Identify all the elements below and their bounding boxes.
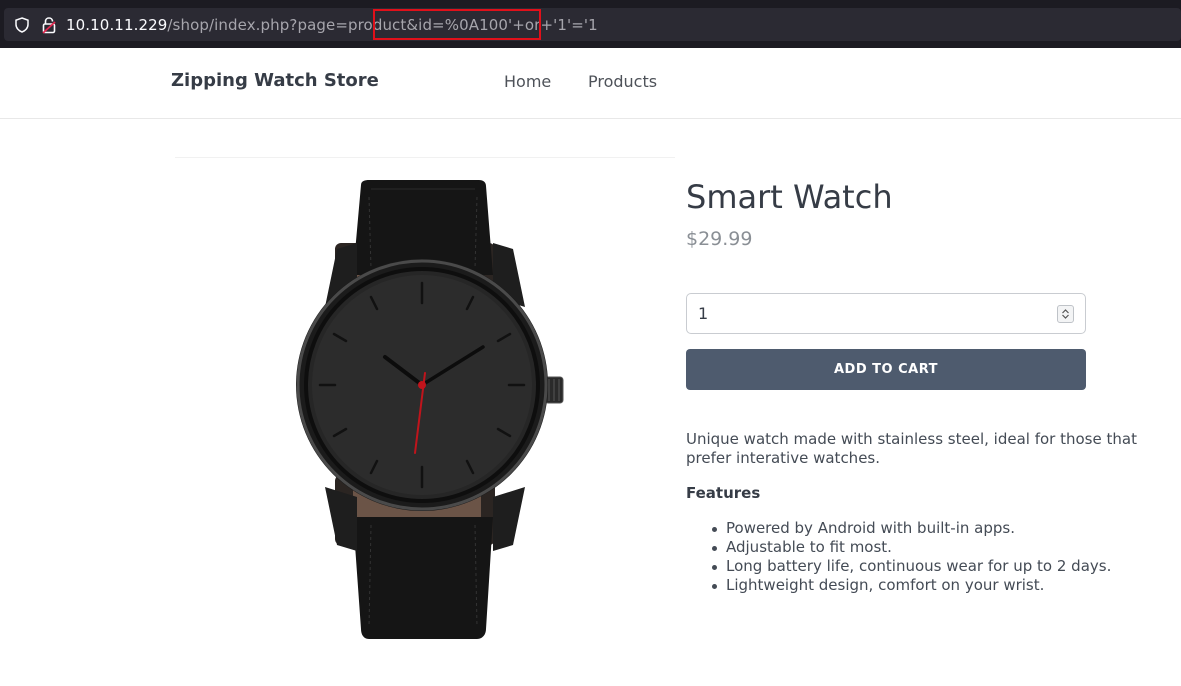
browser-toolbar: 10.10.11.229/shop/index.php?page=product…: [0, 0, 1181, 48]
bullet-icon: [712, 546, 717, 551]
feature-item: Powered by Android with built-in apps.: [686, 519, 1111, 538]
lock-icon[interactable]: [41, 16, 57, 34]
quantity-input[interactable]: 1: [686, 293, 1086, 334]
url-text[interactable]: 10.10.11.229/shop/index.php?page=product…: [66, 15, 598, 35]
product-title: Smart Watch: [686, 178, 893, 216]
feature-item: Lightweight design, comfort on your wris…: [686, 576, 1111, 595]
feature-item: Long battery life, continuous wear for u…: [686, 557, 1111, 576]
feature-text: Powered by Android with built-in apps.: [726, 519, 1015, 537]
watch-illustration: [296, 180, 564, 639]
bullet-icon: [712, 565, 717, 570]
address-bar[interactable]: 10.10.11.229/shop/index.php?page=product…: [4, 8, 1181, 41]
url-path: /shop/index.php?page=product&id=%0A100'+…: [167, 16, 598, 34]
feature-text: Lightweight design, comfort on your wris…: [726, 576, 1045, 594]
product-price: $29.99: [686, 228, 753, 250]
nav-link-products[interactable]: Products: [588, 72, 657, 91]
bullet-icon: [712, 527, 717, 532]
feature-text: Long battery life, continuous wear for u…: [726, 557, 1112, 575]
features-heading: Features: [686, 484, 761, 502]
quantity-value: 1: [698, 304, 709, 323]
feature-text: Adjustable to fit most.: [726, 538, 892, 556]
site-header: Zipping Watch Store Home Products: [0, 48, 1181, 119]
image-top-divider: [175, 157, 675, 158]
site-brand[interactable]: Zipping Watch Store: [171, 70, 379, 91]
feature-item: Adjustable to fit most.: [686, 538, 1111, 557]
url-host: 10.10.11.229: [66, 16, 168, 34]
product-description: Unique watch made with stainless steel, …: [686, 430, 1137, 467]
shield-icon[interactable]: [14, 17, 30, 33]
nav-link-home[interactable]: Home: [504, 72, 551, 91]
features-list: Powered by Android with built-in apps. A…: [686, 519, 1111, 595]
add-to-cart-button[interactable]: ADD TO CART: [686, 349, 1086, 390]
bullet-icon: [712, 584, 717, 589]
product-image: [175, 157, 675, 657]
chevron-updown-icon[interactable]: [1057, 305, 1074, 323]
